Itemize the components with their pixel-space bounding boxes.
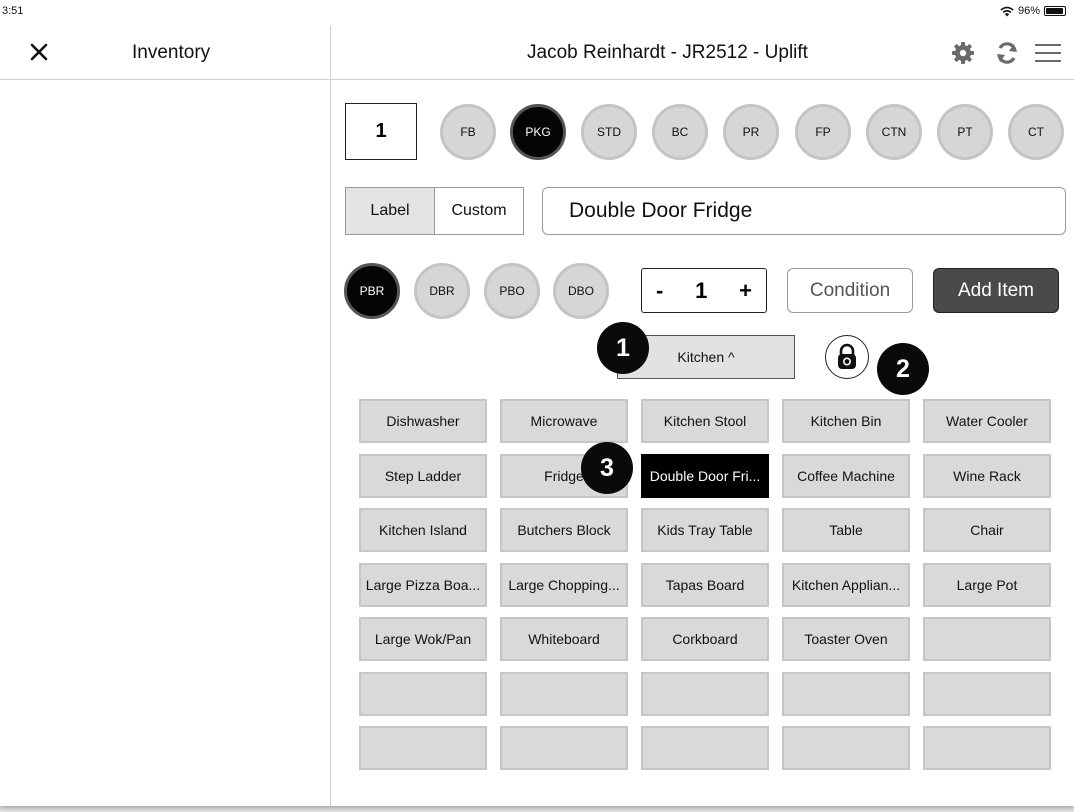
item-tile[interactable]: Wine Rack xyxy=(923,454,1051,498)
item-tile[interactable]: Kitchen Applian... xyxy=(782,563,910,607)
packing-code-pkg[interactable]: PKG xyxy=(510,104,566,160)
main-header: Jacob Reinhardt - JR2512 - Uplift xyxy=(331,26,1074,80)
label-mode-toggle: Label Custom xyxy=(345,187,524,235)
empty-item-tile[interactable] xyxy=(923,672,1051,716)
quantity-stepper: - 1 + xyxy=(641,268,767,313)
empty-item-tile[interactable] xyxy=(782,726,910,770)
item-tile[interactable]: Water Cooler xyxy=(923,399,1051,443)
item-tile[interactable]: Large Pot xyxy=(923,563,1051,607)
wifi-icon xyxy=(1000,6,1014,16)
battery-level xyxy=(1046,8,1064,14)
callout-badge-3: 3 xyxy=(581,442,633,494)
item-tile[interactable]: Dishwasher xyxy=(359,399,487,443)
callout-badge-1: 1 xyxy=(597,322,649,374)
item-tile[interactable]: Step Ladder xyxy=(359,454,487,498)
item-tile[interactable]: Kitchen Island xyxy=(359,508,487,552)
empty-item-tile[interactable] xyxy=(500,672,628,716)
item-tile[interactable]: Table xyxy=(782,508,910,552)
condition-code-dbo[interactable]: DBO xyxy=(553,263,609,319)
empty-item-tile[interactable] xyxy=(782,672,910,716)
item-tile[interactable]: Tapas Board xyxy=(641,563,769,607)
empty-item-tile[interactable] xyxy=(923,617,1051,661)
empty-item-tile[interactable] xyxy=(359,672,487,716)
packing-code-ct[interactable]: CT xyxy=(1008,104,1064,160)
stepper-value: 1 xyxy=(695,277,708,303)
lock-button[interactable] xyxy=(825,335,869,379)
item-tile[interactable]: Kids Tray Table xyxy=(641,508,769,552)
status-time: 3:51 xyxy=(2,5,24,17)
condition-code-pbo[interactable]: PBO xyxy=(484,263,540,319)
item-tile[interactable]: Large Chopping... xyxy=(500,563,628,607)
battery-icon xyxy=(1044,6,1066,16)
item-tile[interactable]: Kitchen Bin xyxy=(782,399,910,443)
item-count-box[interactable]: 1 xyxy=(345,103,417,160)
item-tile[interactable]: Chair xyxy=(923,508,1051,552)
add-item-button[interactable]: Add Item xyxy=(933,268,1059,313)
battery-percent: 96% xyxy=(1017,5,1040,17)
item-tile[interactable]: Coffee Machine xyxy=(782,454,910,498)
condition-code-dbr[interactable]: DBR xyxy=(414,263,470,319)
condition-button[interactable]: Condition xyxy=(787,268,913,313)
item-name-input[interactable]: Double Door Fridge xyxy=(542,187,1066,235)
empty-item-tile[interactable] xyxy=(500,726,628,770)
packing-code-fp[interactable]: FP xyxy=(795,104,851,160)
item-tile[interactable]: Whiteboard xyxy=(500,617,628,661)
menu-icon[interactable] xyxy=(1033,40,1063,66)
item-tile[interactable]: Double Door Fri... xyxy=(641,454,769,498)
condition-code-pbr[interactable]: PBR xyxy=(344,263,400,319)
lock-icon xyxy=(838,343,856,369)
empty-item-tile[interactable] xyxy=(923,726,1051,770)
item-tile[interactable]: Toaster Oven xyxy=(782,617,910,661)
item-tile[interactable]: Large Pizza Boa... xyxy=(359,563,487,607)
status-right: 96% xyxy=(1000,5,1066,17)
label-mode-label[interactable]: Label xyxy=(346,188,435,234)
status-bar: 3:51 96% xyxy=(0,0,1074,26)
item-tile[interactable]: Microwave xyxy=(500,399,628,443)
callout-badge-2: 2 xyxy=(877,343,929,395)
label-mode-custom[interactable]: Custom xyxy=(435,188,523,234)
sidebar-title: Inventory xyxy=(132,42,211,63)
sync-icon[interactable] xyxy=(994,40,1020,66)
gear-icon[interactable] xyxy=(950,40,976,66)
item-tile[interactable]: Corkboard xyxy=(641,617,769,661)
increment-button[interactable]: + xyxy=(739,278,752,304)
ipad-screen: 3:51 96% Inventory Jacob Reinhardt - JR2… xyxy=(0,0,1074,806)
empty-item-tile[interactable] xyxy=(359,726,487,770)
empty-item-tile[interactable] xyxy=(641,726,769,770)
packing-code-pr[interactable]: PR xyxy=(723,104,779,160)
sidebar-header: Inventory xyxy=(0,26,330,80)
item-tile[interactable]: Butchers Block xyxy=(500,508,628,552)
decrement-button[interactable]: - xyxy=(656,278,663,304)
packing-code-std[interactable]: STD xyxy=(581,104,637,160)
packing-code-bc[interactable]: BC xyxy=(652,104,708,160)
item-tile[interactable]: Kitchen Stool xyxy=(641,399,769,443)
packing-code-ctn[interactable]: CTN xyxy=(866,104,922,160)
packing-code-pt[interactable]: PT xyxy=(937,104,993,160)
item-tile[interactable]: Large Wok/Pan xyxy=(359,617,487,661)
packing-code-fb[interactable]: FB xyxy=(440,104,496,160)
close-icon[interactable] xyxy=(28,41,50,63)
empty-item-tile[interactable] xyxy=(641,672,769,716)
sidebar: Inventory xyxy=(0,26,331,806)
